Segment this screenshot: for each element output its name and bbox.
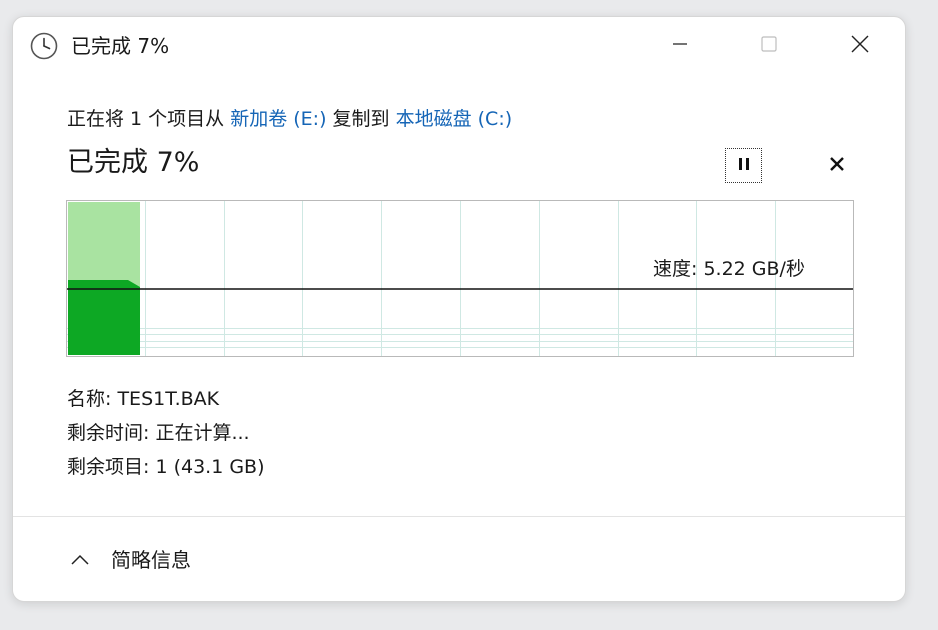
detail-items-label: 剩余项目:: [67, 456, 156, 478]
clock-icon: [29, 31, 59, 61]
copy-description: 正在将 1 个项目从 新加卷 (E:) 复制到 本地磁盘 (C:): [67, 106, 512, 132]
minimize-icon: [670, 34, 690, 58]
progress-fill-dark: [68, 280, 140, 355]
window-title: 已完成 7%: [71, 34, 170, 58]
progress-title: 已完成 7%: [67, 147, 200, 178]
source-link[interactable]: 新加卷 (E:): [230, 108, 326, 130]
detail-items-value: 1 (43.1 GB): [155, 456, 265, 478]
detail-items-remaining: 剩余项目: 1 (43.1 GB): [67, 450, 265, 484]
detail-name: 名称: TES1T.BAK: [67, 382, 265, 416]
close-icon: [829, 156, 845, 176]
detail-time-value: 正在计算...: [155, 422, 250, 444]
maximize-icon: [759, 34, 779, 58]
copy-progress-window: 已完成 7% 正在将 1 个项目从 新加卷 (E:) 复制到 本地磁盘 (C:)…: [12, 16, 906, 602]
less-details-label: 简略信息: [111, 548, 191, 572]
less-details-toggle[interactable]: 简略信息: [69, 544, 191, 576]
title-bar[interactable]: 已完成 7%: [13, 17, 905, 75]
minimize-button[interactable]: [657, 31, 703, 61]
cancel-button[interactable]: [823, 148, 851, 183]
divider: [13, 516, 905, 517]
pause-icon: [736, 156, 752, 176]
pause-button[interactable]: [725, 148, 762, 183]
close-icon: [849, 33, 871, 59]
detail-time-remaining: 剩余时间: 正在计算...: [67, 416, 265, 450]
detail-name-label: 名称:: [67, 388, 118, 410]
copy-middle: 复制到: [326, 108, 396, 130]
detail-time-label: 剩余时间:: [67, 422, 156, 444]
close-button[interactable]: [837, 31, 883, 61]
copy-prefix: 正在将 1 个项目从: [67, 108, 231, 130]
maximize-button[interactable]: [746, 31, 792, 61]
speed-label: 速度: 5.22 GB/秒: [653, 258, 805, 280]
detail-name-value: TES1T.BAK: [117, 388, 220, 410]
destination-link[interactable]: 本地磁盘 (C:): [396, 108, 513, 130]
details-section: 名称: TES1T.BAK 剩余时间: 正在计算... 剩余项目: 1 (43.…: [67, 382, 265, 484]
chevron-up-icon: [69, 552, 91, 568]
